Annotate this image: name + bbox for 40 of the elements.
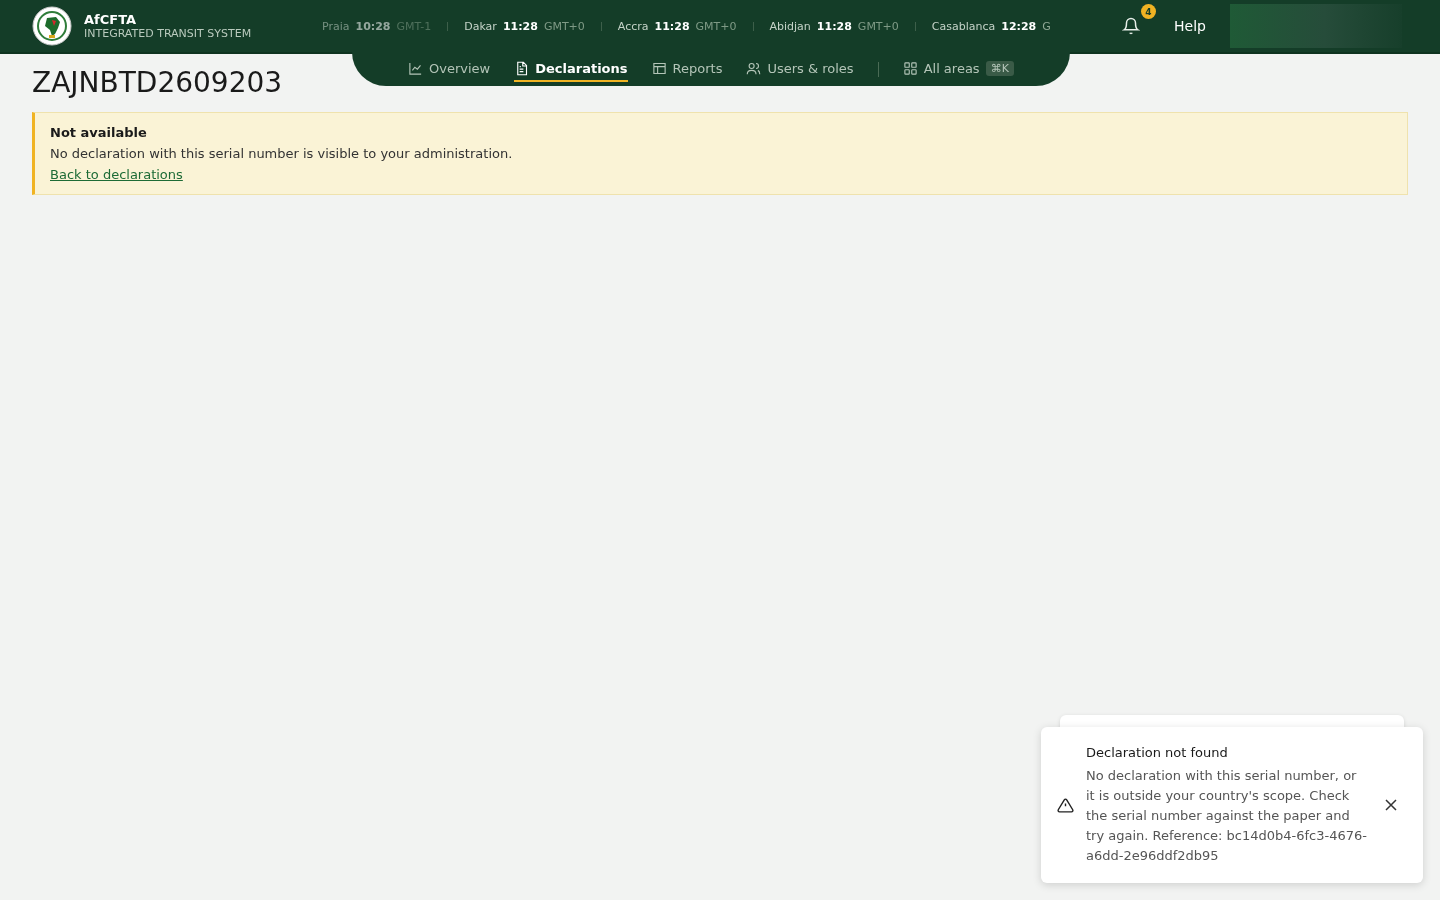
- clock-zone: GMT+0: [543, 19, 585, 33]
- notification-count: 4: [1141, 4, 1156, 19]
- nav-tab[interactable]: Reports: [651, 56, 723, 82]
- nav-tab[interactable]: Users & roles: [746, 56, 854, 82]
- clock-time: 11:28: [654, 19, 690, 33]
- nav-tab[interactable]: Declarations: [514, 56, 628, 82]
- nav-tab[interactable]: Overview: [408, 56, 491, 82]
- clock-time: 11:28: [816, 19, 852, 33]
- clock-time: 12:28: [1001, 19, 1037, 33]
- clock-city: Accra: [617, 19, 649, 33]
- alert-title: Not available: [50, 125, 147, 140]
- clock-zone: GMT-1: [396, 19, 432, 33]
- nav-tab[interactable]: All areas ⌘K: [902, 56, 1014, 82]
- alert-message: No declaration with this serial number is visible to your administration.: [50, 146, 513, 161]
- table-icon: [651, 60, 667, 76]
- toast-title: Declaration not found: [1086, 744, 1229, 760]
- clock-city: Dakar: [464, 19, 497, 33]
- toast-message: No declaration with this serial number, or it is outside your country's scope. Check the serial number against the paper and try again. Reference: bc14d0b4-6fc3-4676-a6dd-2e96ddf2db95: [1086, 766, 1368, 865]
- grid-icon: [902, 60, 918, 76]
- help-link[interactable]: Help: [1174, 18, 1206, 34]
- logo-icon: [32, 6, 72, 46]
- clock-city: Casablanca: [931, 19, 996, 33]
- close-icon: [1385, 799, 1397, 811]
- bell-icon: [1122, 17, 1140, 35]
- chart-icon: [408, 60, 423, 76]
- brand-name: AfCFTA: [84, 12, 138, 27]
- clock-zone: GMT+0: [695, 19, 737, 33]
- document-icon: [514, 60, 530, 76]
- clock-city: Abidjan: [769, 19, 811, 33]
- clock-zone: GMT+0: [857, 19, 899, 33]
- warning-icon: [1057, 796, 1074, 814]
- clock-city: Praia: [322, 19, 350, 33]
- clock-time: 10:28: [355, 19, 391, 33]
- clock-time: 11:28: [502, 19, 538, 33]
- back-link[interactable]: Back to declarations: [50, 167, 183, 182]
- brand-subtitle: INTEGRATED TRANSIT SYSTEM: [84, 27, 252, 40]
- users-icon: [746, 60, 762, 76]
- clock-zone: G: [1042, 19, 1051, 33]
- page-title: ZAJNBTD2609203: [32, 66, 284, 99]
- close-button[interactable]: [1383, 797, 1399, 813]
